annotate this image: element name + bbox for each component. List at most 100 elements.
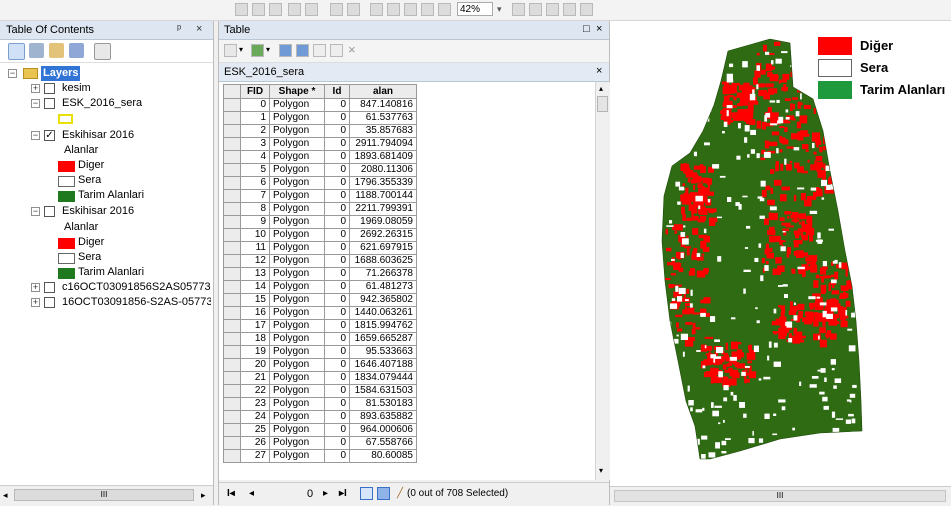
layer-visibility-checkbox[interactable] xyxy=(44,83,55,94)
close-tab-icon[interactable]: × xyxy=(596,65,602,77)
row-selector[interactable] xyxy=(223,124,241,138)
pin-icon[interactable]: ᵖ xyxy=(177,23,181,35)
cell-id[interactable]: 0 xyxy=(324,449,350,463)
cell-fid[interactable]: 26 xyxy=(240,436,270,450)
cell-id[interactable]: 0 xyxy=(324,98,350,112)
cell-id[interactable]: 0 xyxy=(324,202,350,216)
tool-icon[interactable] xyxy=(305,3,318,16)
table-row[interactable]: 26 Polygon 0 67.558766 xyxy=(223,436,417,450)
table-row[interactable]: 27 Polygon 0 80.60085 xyxy=(223,449,417,463)
scroll-thumb[interactable]: III xyxy=(14,489,194,501)
table-row[interactable]: 5 Polygon 0 2080.11306 xyxy=(223,163,417,177)
table-row[interactable]: 20 Polygon 0 1646.407188 xyxy=(223,358,417,372)
toc-layer-raster-2[interactable]: + 16OCT03091856-S2AS-05773859 xyxy=(6,295,211,310)
cell-shape[interactable]: Polygon xyxy=(269,189,325,203)
cell-id[interactable]: 0 xyxy=(324,280,350,294)
cell-fid[interactable]: 24 xyxy=(240,410,270,424)
table-row[interactable]: 0 Polygon 0 847.140816 xyxy=(223,98,417,112)
row-selector[interactable] xyxy=(223,436,241,450)
table-row[interactable]: 6 Polygon 0 1796.355339 xyxy=(223,176,417,190)
cell-alan[interactable]: 1815.994762 xyxy=(349,319,417,333)
close-icon[interactable]: × xyxy=(596,23,602,35)
cell-id[interactable]: 0 xyxy=(324,189,350,203)
cell-fid[interactable]: 6 xyxy=(240,176,270,190)
cell-alan[interactable]: 35.857683 xyxy=(349,124,417,138)
cell-shape[interactable]: Polygon xyxy=(269,371,325,385)
row-selector[interactable] xyxy=(223,358,241,372)
cell-alan[interactable]: 61.481273 xyxy=(349,280,417,294)
close-icon[interactable]: × xyxy=(196,23,202,35)
cell-id[interactable]: 0 xyxy=(324,397,350,411)
cell-fid[interactable]: 9 xyxy=(240,215,270,229)
toc-layer-eskihisar-2016-copy[interactable]: − Eskihisar 2016 xyxy=(6,204,206,219)
tool-icon[interactable] xyxy=(252,3,265,16)
cell-id[interactable]: 0 xyxy=(324,319,350,333)
layers-label[interactable]: Layers xyxy=(41,66,81,81)
row-selector[interactable] xyxy=(223,293,241,307)
table-row[interactable]: 21 Polygon 0 1834.079444 xyxy=(223,371,417,385)
expand-icon[interactable]: + xyxy=(31,298,40,307)
cell-alan[interactable]: 1646.407188 xyxy=(349,358,417,372)
toc-layer-eskihisar-2016[interactable]: − ✓ Eskihisar 2016 xyxy=(6,128,206,143)
tool-icon[interactable] xyxy=(288,3,301,16)
table-row[interactable]: 2 Polygon 0 35.857683 xyxy=(223,124,417,138)
cell-fid[interactable]: 18 xyxy=(240,332,270,346)
cell-shape[interactable]: Polygon xyxy=(269,176,325,190)
tool-icon[interactable] xyxy=(529,3,542,16)
table-row[interactable]: 25 Polygon 0 964.000606 xyxy=(223,423,417,437)
cell-shape[interactable]: Polygon xyxy=(269,215,325,229)
cell-shape[interactable]: Polygon xyxy=(269,111,325,125)
row-selector[interactable] xyxy=(223,345,241,359)
layer-visibility-checkbox[interactable]: ✓ xyxy=(44,130,55,141)
cell-alan[interactable]: 1834.079444 xyxy=(349,371,417,385)
row-selector-header[interactable] xyxy=(223,84,241,99)
cell-fid[interactable]: 8 xyxy=(240,202,270,216)
toc-layer-kesim[interactable]: + kesim xyxy=(6,81,206,96)
row-selector[interactable] xyxy=(223,397,241,411)
tool-icon[interactable] xyxy=(404,3,417,16)
cell-shape[interactable]: Polygon xyxy=(269,202,325,216)
cell-fid[interactable]: 11 xyxy=(240,241,270,255)
cell-shape[interactable]: Polygon xyxy=(269,228,325,242)
collapse-icon[interactable]: − xyxy=(31,207,40,216)
cell-id[interactable]: 0 xyxy=(324,215,350,229)
cell-fid[interactable]: 19 xyxy=(240,345,270,359)
cell-fid[interactable]: 21 xyxy=(240,371,270,385)
cell-shape[interactable]: Polygon xyxy=(269,280,325,294)
cell-shape[interactable]: Polygon xyxy=(269,163,325,177)
expand-icon[interactable]: + xyxy=(31,84,40,93)
scroll-down-icon[interactable]: ▾ xyxy=(599,466,603,475)
tool-icon[interactable] xyxy=(512,3,525,16)
current-record-field[interactable]: 0 xyxy=(307,488,313,500)
clear-selection-icon[interactable] xyxy=(313,44,326,57)
tool-icon[interactable] xyxy=(370,3,383,16)
cell-fid[interactable]: 13 xyxy=(240,267,270,281)
cell-shape[interactable]: Polygon xyxy=(269,397,325,411)
row-selector[interactable] xyxy=(223,189,241,203)
cell-alan[interactable]: 1440.063261 xyxy=(349,306,417,320)
cell-fid[interactable]: 10 xyxy=(240,228,270,242)
row-selector[interactable] xyxy=(223,215,241,229)
cell-shape[interactable]: Polygon xyxy=(269,358,325,372)
cell-alan[interactable]: 2080.11306 xyxy=(349,163,417,177)
cell-shape[interactable]: Polygon xyxy=(269,345,325,359)
expand-icon[interactable]: + xyxy=(31,283,40,292)
show-selected-records-icon[interactable] xyxy=(377,487,390,500)
switch-selection-icon[interactable] xyxy=(296,44,309,57)
delete-selected-icon[interactable]: × xyxy=(348,42,356,57)
cell-id[interactable]: 0 xyxy=(324,150,350,164)
table-row[interactable]: 22 Polygon 0 1584.631503 xyxy=(223,384,417,398)
cell-id[interactable]: 0 xyxy=(324,163,350,177)
table-row[interactable]: 7 Polygon 0 1188.700144 xyxy=(223,189,417,203)
cell-fid[interactable]: 17 xyxy=(240,319,270,333)
row-selector[interactable] xyxy=(223,332,241,346)
cell-fid[interactable]: 22 xyxy=(240,384,270,398)
collapse-icon[interactable]: − xyxy=(31,99,40,108)
scroll-right-icon[interactable]: ▸ xyxy=(201,490,206,501)
row-selector[interactable] xyxy=(223,267,241,281)
cell-fid[interactable]: 7 xyxy=(240,189,270,203)
cell-shape[interactable]: Polygon xyxy=(269,436,325,450)
tool-icon[interactable] xyxy=(330,3,343,16)
table-row[interactable]: 12 Polygon 0 1688.603625 xyxy=(223,254,417,268)
row-selector[interactable] xyxy=(223,423,241,437)
